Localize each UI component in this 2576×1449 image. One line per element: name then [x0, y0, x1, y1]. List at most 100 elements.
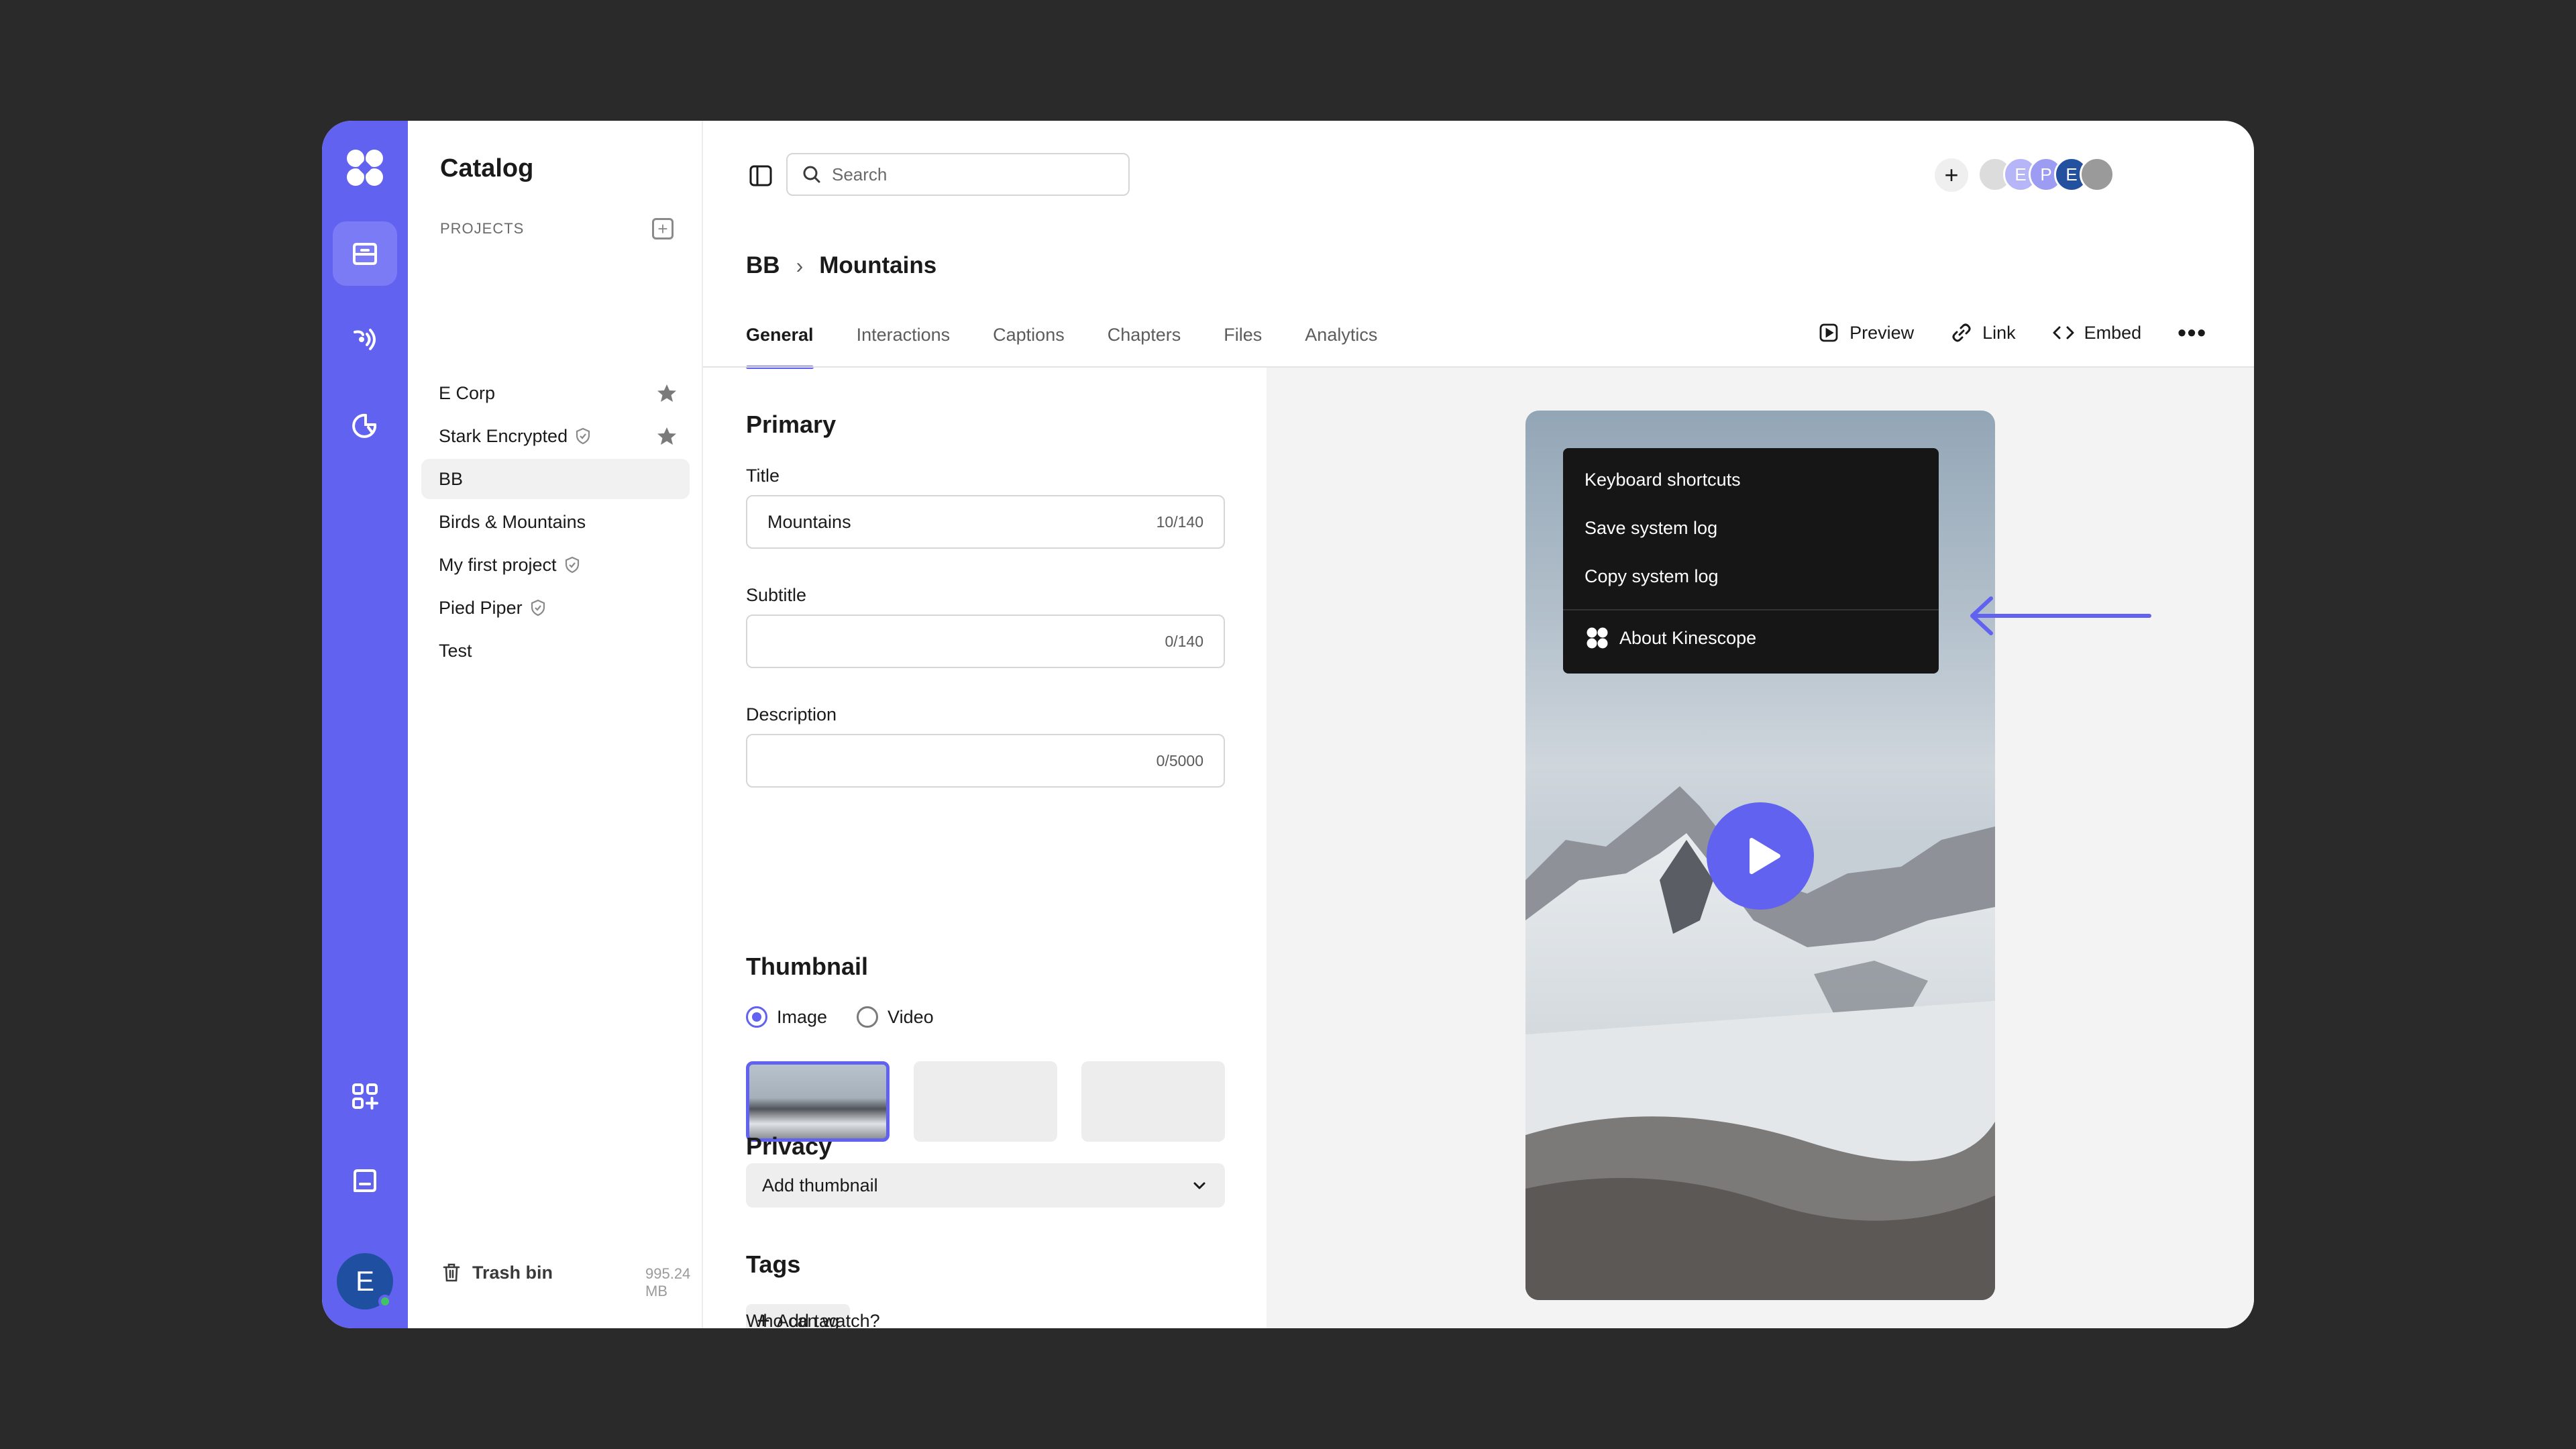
- menu-about-label: About Kinescope: [1619, 627, 1757, 648]
- sidebar-item-label: E Corp: [439, 382, 496, 403]
- sidebar-title: Catalog: [440, 154, 534, 182]
- radio-image[interactable]: [746, 1006, 767, 1028]
- title-field[interactable]: Mountains 10/140: [746, 495, 1225, 549]
- sidebar-item-label: Test: [439, 640, 472, 661]
- breadcrumb: BB › Mountains: [746, 252, 936, 279]
- chat-nav-button[interactable]: [333, 1150, 397, 1214]
- chevron-down-icon: [1193, 1182, 1205, 1189]
- menu-item-save-system-log[interactable]: Save system log: [1585, 518, 1717, 539]
- sidebar-item-e-corp[interactable]: E Corp: [421, 373, 690, 413]
- trash-bin-button[interactable]: Trash bin: [440, 1261, 553, 1284]
- tab-files[interactable]: Files: [1224, 315, 1262, 369]
- app-window: E Catalog PROJECTS + E Corp Stark Encryp…: [322, 121, 2254, 1328]
- player-context-menu: Keyboard shortcuts Save system log Copy …: [1563, 448, 1939, 674]
- subtitle-field[interactable]: 0/140: [746, 614, 1225, 668]
- sidebar-toggle-icon[interactable]: [747, 162, 774, 189]
- arrow-left-icon: [1970, 596, 2151, 635]
- sidebar-item-test[interactable]: Test: [421, 631, 690, 671]
- title-counter: 10/140: [1156, 513, 1203, 531]
- sidebar-item-birds-mountains[interactable]: Birds & Mountains: [421, 502, 690, 542]
- main-content: + E P E BB › Mountains General Interacti…: [703, 121, 2254, 1328]
- privacy-heading: Privacy: [746, 1132, 833, 1160]
- sidebar-item-label: My first project: [439, 554, 557, 575]
- star-icon[interactable]: [656, 382, 678, 404]
- preview-label: Preview: [1849, 322, 1915, 343]
- tab-captions[interactable]: Captions: [993, 315, 1065, 369]
- trash-bin-label: Trash bin: [472, 1262, 553, 1283]
- shield-icon: [576, 427, 590, 445]
- general-form: Primary Title Mountains 10/140 Subtitle …: [703, 368, 1267, 1328]
- shield-icon: [565, 556, 579, 574]
- catalog-nav-button[interactable]: [333, 221, 397, 286]
- preview-button[interactable]: Preview: [1817, 321, 1914, 344]
- avatar[interactable]: [2080, 157, 2114, 192]
- description-field[interactable]: 0/5000: [746, 734, 1225, 788]
- add-thumbnail-dropdown[interactable]: Add thumbnail: [746, 1163, 1225, 1208]
- tab-chapters[interactable]: Chapters: [1108, 315, 1181, 369]
- sidebar-item-label: Birds & Mountains: [439, 511, 586, 532]
- tab-general[interactable]: General: [746, 315, 814, 369]
- storage-size: 995.24 MB: [645, 1265, 691, 1299]
- menu-item-keyboard-shortcuts[interactable]: Keyboard shortcuts: [1585, 470, 1741, 490]
- thumbnail-heading: Thumbnail: [746, 953, 868, 980]
- add-project-button[interactable]: +: [652, 218, 674, 239]
- star-icon[interactable]: [656, 425, 678, 447]
- sidebar-item-pied-piper[interactable]: Pied Piper: [421, 588, 690, 628]
- apps-icon: [352, 1083, 378, 1110]
- analytics-nav-button[interactable]: [333, 393, 397, 458]
- chevron-right-icon: ›: [796, 253, 804, 278]
- video-player[interactable]: Keyboard shortcuts Save system log Copy …: [1525, 411, 1995, 1300]
- who-can-watch-label: Who can watch?: [746, 1311, 880, 1328]
- user-avatar[interactable]: E: [337, 1253, 393, 1309]
- live-nav-button[interactable]: [333, 307, 397, 372]
- sidebar-item-bb[interactable]: BB: [421, 459, 690, 499]
- sidebar-item-label: BB: [439, 468, 464, 489]
- kinescope-logo-icon[interactable]: [345, 148, 385, 188]
- nav-rail: E: [322, 121, 408, 1328]
- link-label: Link: [1982, 322, 2016, 343]
- collaborator-avatars: E P E: [1978, 157, 2114, 192]
- shield-icon: [531, 599, 545, 616]
- subtitle-label: Subtitle: [746, 585, 807, 605]
- chart-icon: [352, 413, 377, 438]
- broadcast-icon: [354, 329, 376, 350]
- tab-bar: General Interactions Captions Chapters F…: [746, 315, 1420, 369]
- user-initial: E: [355, 1265, 374, 1297]
- search-input[interactable]: [832, 164, 1114, 185]
- trash-icon: [443, 1263, 460, 1282]
- create-button[interactable]: +: [1935, 158, 1968, 192]
- search-icon: [803, 166, 820, 183]
- apps-nav-button[interactable]: [333, 1064, 397, 1128]
- play-button[interactable]: [1707, 802, 1814, 910]
- code-icon: [2053, 326, 2074, 339]
- title-value: Mountains: [767, 511, 851, 532]
- sidebar-item-my-first-project[interactable]: My first project: [421, 545, 690, 585]
- tab-analytics[interactable]: Analytics: [1305, 315, 1377, 369]
- radio-video-label: Video: [888, 1006, 934, 1027]
- thumbnail-option[interactable]: [1081, 1061, 1225, 1142]
- breadcrumb-parent[interactable]: BB: [746, 252, 780, 279]
- thumbnail-option[interactable]: [914, 1061, 1057, 1142]
- embed-button[interactable]: Embed: [2052, 321, 2141, 344]
- play-square-icon: [1819, 323, 1838, 342]
- plus-icon: +: [657, 219, 668, 239]
- thumbnail-option-selected[interactable]: [746, 1061, 890, 1142]
- tags-heading: Tags: [746, 1250, 801, 1278]
- more-options-icon[interactable]: •••: [2178, 319, 2207, 347]
- projects-section-label: PROJECTS: [440, 220, 525, 237]
- search-bar[interactable]: [786, 153, 1130, 196]
- subtitle-counter: 0/140: [1165, 632, 1203, 650]
- sidebar-item-stark-encrypted[interactable]: Stark Encrypted: [421, 416, 690, 456]
- link-icon: [1952, 323, 1971, 342]
- menu-item-copy-system-log[interactable]: Copy system log: [1585, 566, 1719, 587]
- title-label: Title: [746, 466, 780, 486]
- menu-item-about[interactable]: About Kinescope: [1586, 627, 1756, 649]
- online-status-dot: [378, 1295, 392, 1308]
- link-button[interactable]: Link: [1950, 321, 2016, 344]
- chat-icon: [354, 1169, 376, 1192]
- tab-interactions[interactable]: Interactions: [857, 315, 951, 369]
- kinescope-logo-icon: [1587, 627, 1608, 649]
- radio-video[interactable]: [857, 1006, 879, 1028]
- radio-image-label: Image: [777, 1006, 828, 1027]
- description-label: Description: [746, 704, 837, 724]
